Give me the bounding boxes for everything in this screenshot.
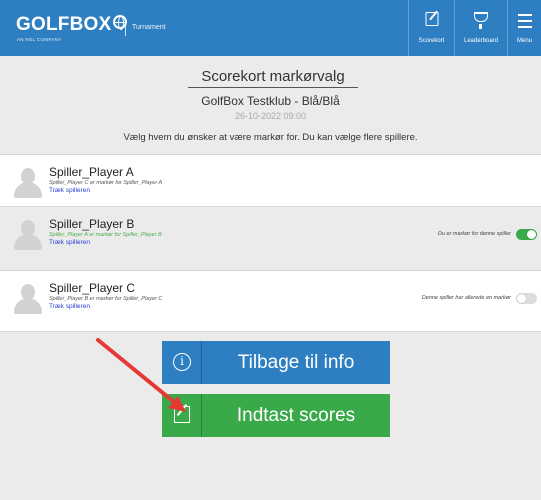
avatar <box>14 168 42 198</box>
button-label: Tilbage til info <box>237 352 355 373</box>
club-name: GolfBox Testklub - Blå/Blå <box>201 94 340 108</box>
edit-icon <box>174 406 190 423</box>
trophy-icon <box>474 12 488 29</box>
section-label: Turnament <box>132 24 166 31</box>
avatar <box>14 220 42 250</box>
brand-subtitle: AN NGL COMPANY <box>17 37 62 42</box>
scorecard-icon <box>425 12 438 26</box>
enter-scores-button[interactable]: Indtast scores <box>162 394 390 437</box>
app-header: GOLFBOX Turnament AN NGL COMPANY Scoreko… <box>0 0 541 56</box>
marker-toggle[interactable] <box>516 229 537 240</box>
round-date: 26-10-2022 09:00 <box>234 111 307 121</box>
info-icon-box: i <box>162 341 202 384</box>
marker-info: Spiller_Player B er markør for Spiller_P… <box>49 296 163 302</box>
title-section: Scorekort markørvalg GolfBox Testklub - … <box>0 56 541 154</box>
nav-scorekort-button[interactable]: Scorekort <box>408 0 454 56</box>
hamburger-icon <box>517 14 532 28</box>
player-row[interactable]: Spiller_Player A Spiller_Player C er mar… <box>0 154 541 206</box>
player-name: Spiller_Player C <box>49 281 136 295</box>
player-name: Spiller_Player B <box>49 217 135 231</box>
edit-icon-box <box>162 394 202 437</box>
avatar <box>14 284 42 314</box>
remove-player-link[interactable]: Træk spilleren <box>49 239 90 246</box>
marker-info: Spiller_Player C er markør for Spiller_P… <box>49 180 163 186</box>
player-name: Spiller_Player A <box>49 165 134 179</box>
nav-label: Leaderboard <box>463 38 499 44</box>
page-title: Scorekort markørvalg <box>188 68 358 88</box>
marker-toggle[interactable] <box>516 293 537 304</box>
brand-name: GOLFBOX <box>16 14 112 35</box>
nav-label: Menu <box>516 38 532 44</box>
instruction-text: Vælg hvem du ønsker at være markør for. … <box>123 132 418 143</box>
nav-menu-button[interactable]: Menu <box>507 0 541 56</box>
nav-label: Scorekort <box>418 38 445 44</box>
marker-status: Du er markør for denne spiller <box>437 231 511 237</box>
remove-player-link[interactable]: Træk spilleren <box>49 187 90 194</box>
marker-status: Denne spiller har allerede en markør <box>421 295 511 301</box>
button-label: Indtast scores <box>236 405 356 426</box>
back-to-info-button[interactable]: i Tilbage til info <box>162 341 390 384</box>
player-row[interactable]: Spiller_Player C Spiller_Player B er mar… <box>0 270 541 331</box>
brand-divider <box>125 20 126 36</box>
nav-leaderboard-button[interactable]: Leaderboard <box>454 0 507 56</box>
golfbox-logo[interactable]: GOLFBOX Turnament AN NGL COMPANY <box>16 14 166 42</box>
remove-player-link[interactable]: Træk spilleren <box>49 303 90 310</box>
marker-info: Spiller_Player A er markør for Spiller_P… <box>49 232 162 238</box>
info-icon: i <box>173 353 191 371</box>
player-row[interactable]: Spiller_Player B Spiller_Player A er mar… <box>0 206 541 258</box>
